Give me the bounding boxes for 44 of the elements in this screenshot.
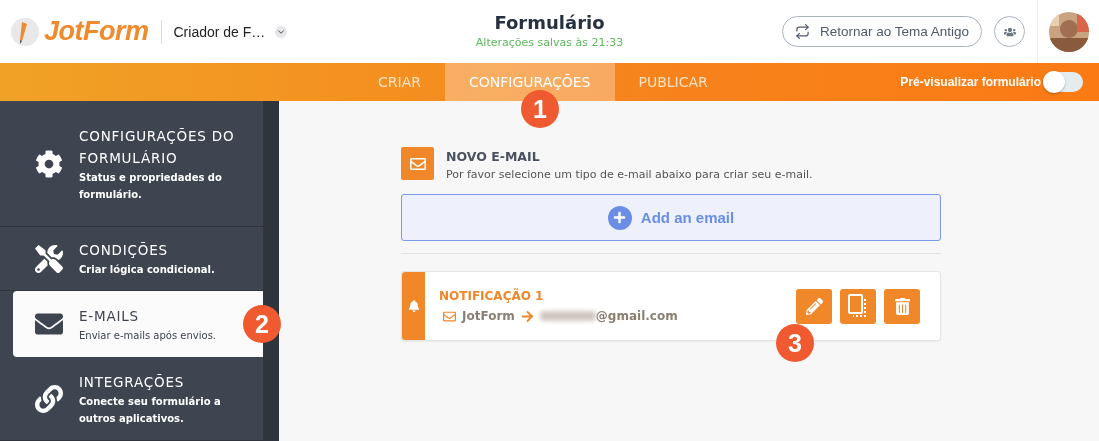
team-button[interactable] <box>994 16 1025 47</box>
step-marker: 2 <box>243 305 281 343</box>
item-subtitle: Criar lógica condicional. <box>79 263 215 277</box>
envelope-icon <box>443 309 456 323</box>
notification-title: NOTIFICAÇÃO 1 <box>439 289 545 303</box>
arrow-right-icon <box>520 309 534 323</box>
edit-button[interactable] <box>796 288 832 324</box>
step-marker: 3 <box>776 324 814 362</box>
envelope-icon <box>401 147 434 180</box>
item-title: INTEGRAÇÕES <box>79 372 186 392</box>
link-icon <box>35 384 63 413</box>
form-title: Formulário <box>494 12 605 33</box>
copy-icon <box>847 293 869 319</box>
chevron-down-icon <box>275 25 288 38</box>
section-description: Por favor selecione um tipo de e-mail abaixo para criar seu e-mail. <box>446 168 813 181</box>
swap-icon <box>794 24 810 39</box>
sidebar-item[interactable]: CONFIGURAÇÕES DO FORMULÁRIO Status e propriedades do formulário. <box>0 101 263 227</box>
section-title: NOVO E-MAIL <box>446 149 541 164</box>
plus-icon <box>607 205 632 230</box>
item-subtitle: Conecte seu formulário a outros aplicativos. <box>79 394 222 426</box>
trash-icon <box>893 297 911 315</box>
theme-button[interactable]: Retornar ao Tema Antigo <box>781 16 982 47</box>
logo-icon <box>10 16 40 47</box>
preview-label: Pré-visualizar formulário <box>900 75 1041 89</box>
item-title: E-MAILS <box>79 306 140 326</box>
logo-text: JotForm <box>44 16 149 47</box>
item-subtitle: Status e propriedades do formulário. <box>79 170 223 202</box>
recipient-email: @gmail.com <box>595 309 678 323</box>
step-marker: 1 <box>521 90 559 128</box>
pencil-icon <box>805 297 823 315</box>
sender: JotForm <box>462 309 515 323</box>
item-subtitle: Enviar e-mails após envios. <box>79 328 217 343</box>
item-title: CONFIGURAÇÕES DO FORMULÁRIO <box>79 126 236 168</box>
sidebar-item[interactable]: INTEGRAÇÕES Conecte seu formulário a outros aplicativos. <box>0 357 263 441</box>
duplicate-button[interactable] <box>840 288 876 324</box>
delete-button[interactable] <box>884 288 920 324</box>
bell-icon <box>407 300 420 312</box>
tools-icon <box>35 244 63 273</box>
users-icon <box>1003 25 1016 38</box>
preview-toggle[interactable] <box>1043 72 1083 92</box>
gear-icon <box>35 149 63 178</box>
item-title: CONDIÇÕES <box>79 241 169 260</box>
saved-status: Alterações salvas às 21:33 <box>475 36 624 49</box>
form-menu[interactable]: Criador de F… <box>173 23 288 40</box>
